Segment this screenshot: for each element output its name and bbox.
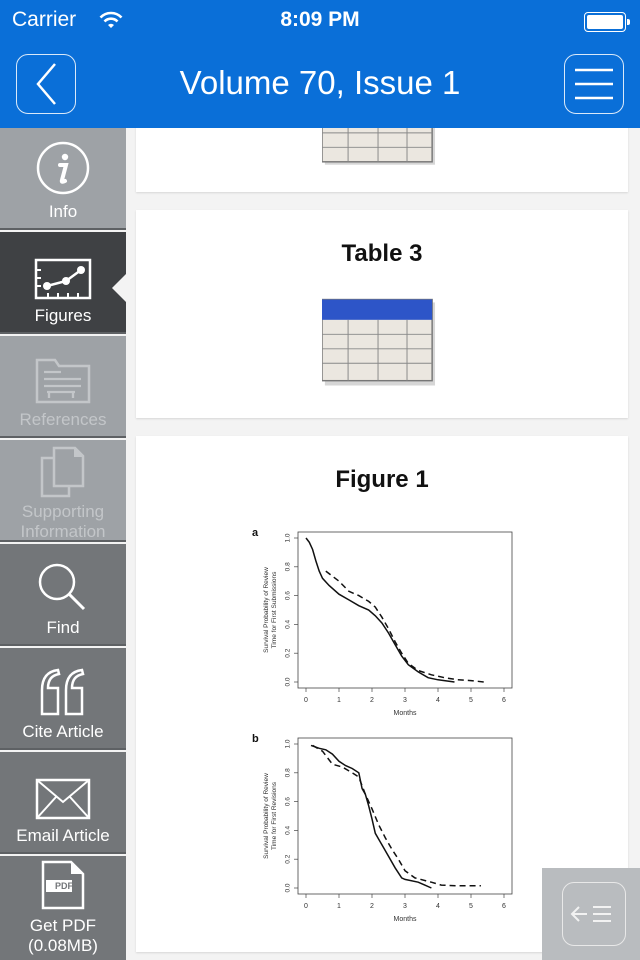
- sidebar-item-info[interactable]: Info: [0, 128, 126, 230]
- info-icon: [36, 141, 90, 195]
- sidebar-item-label: Email Article: [16, 826, 110, 845]
- y-tick-label: 0.2: [285, 854, 292, 863]
- y-tick-label: 0.4: [285, 826, 292, 835]
- sidebar-item-find[interactable]: Find: [0, 544, 126, 646]
- sidebar-item-label-line1: Supporting: [21, 502, 105, 521]
- y-axis-label-line1: Survival Probability of Review: [263, 773, 270, 859]
- sidebar-item-label: References: [19, 410, 107, 429]
- sidebar-item-supporting-information[interactable]: Supporting Information: [0, 440, 126, 542]
- y-tick-label: 0.4: [285, 620, 292, 629]
- clock: 8:09 PM: [280, 8, 360, 31]
- y-tick-label: 0.6: [285, 797, 292, 806]
- hamburger-menu-icon: [575, 68, 613, 100]
- table-thumbnail-icon: [322, 128, 436, 165]
- sidebar-item-label-line2: (0.08MB): [28, 936, 98, 955]
- y-axis-label-line2: Time for First Submissions: [271, 571, 278, 648]
- sidebar: Info Figures References Supporting Inform…: [0, 128, 128, 960]
- x-tick-label: 0: [304, 903, 308, 910]
- y-tick-label: 0.6: [285, 591, 292, 600]
- sidebar-item-label: Find: [46, 618, 80, 637]
- x-tick-label: 2: [370, 697, 374, 704]
- envelope-icon: [35, 778, 91, 820]
- y-tick-label: 0.0: [285, 677, 292, 686]
- table-card[interactable]: [136, 128, 628, 192]
- x-tick-label: 1: [337, 903, 341, 910]
- figure-1b-chart: b 0 1 2 3 4 5 6 0.0 0.2 0.4 0.6 0.8 1.0 Months Survival…: [252, 733, 513, 923]
- figures-chart-icon: [34, 258, 92, 300]
- search-icon: [38, 563, 86, 611]
- sidebar-item-references[interactable]: References: [0, 336, 126, 438]
- x-tick-label: 1: [337, 697, 341, 704]
- card-title: Figure 1: [335, 466, 429, 493]
- collapse-sidebar-button[interactable]: [542, 868, 640, 960]
- sidebar-item-get-pdf[interactable]: PDF Get PDF (0.08MB): [0, 856, 126, 960]
- page-title: Volume 70, Issue 1: [179, 64, 461, 101]
- figures-list[interactable]: Table 3 Figure 1 a 0 1 2 3 4 5 6 0.0 0.2 0.4 0.6 0.8…: [126, 128, 640, 960]
- documents-icon: [40, 446, 85, 498]
- x-tick-label: 0: [304, 697, 308, 704]
- x-tick-label: 4: [436, 903, 440, 910]
- x-tick-label: 6: [502, 903, 506, 910]
- table-card[interactable]: Table 3: [136, 210, 628, 418]
- x-tick-label: 6: [502, 697, 506, 704]
- y-axis-label-line1: Survival Probability of Review: [263, 567, 270, 653]
- sidebar-item-label: Cite Article: [22, 722, 104, 741]
- x-tick-label: 3: [403, 697, 407, 704]
- collapse-sidebar-icon: [570, 906, 611, 922]
- y-tick-label: 0.2: [285, 648, 292, 657]
- figure-1a-chart: a 0 1 2 3 4 5 6 0.0 0.2 0.4 0.6 0.8 1.0 Months Survival…: [252, 527, 513, 717]
- battery-icon: [584, 12, 630, 32]
- card-title: Table 3: [341, 240, 423, 267]
- x-axis-label: Months: [394, 710, 417, 717]
- sidebar-item-label: Figures: [34, 306, 92, 325]
- header: Carrier 8:09 PM Volume 70, Issue 1: [0, 0, 640, 128]
- references-folder-icon: [35, 358, 91, 404]
- sidebar-item-cite-article[interactable]: Cite Article: [0, 648, 126, 750]
- y-tick-label: 0.8: [285, 562, 292, 571]
- plot-frame: [297, 531, 513, 689]
- sidebar-item-label: Info: [48, 202, 78, 221]
- sidebar-item-label-line1: Get PDF: [29, 916, 97, 935]
- series-line-solid: [310, 744, 432, 889]
- x-tick-label: 5: [469, 697, 473, 704]
- x-tick-label: 3: [403, 903, 407, 910]
- sidebar-item-email-article[interactable]: Email Article: [0, 752, 126, 854]
- table-thumbnail-icon: [322, 298, 436, 386]
- x-tick-label: 2: [370, 903, 374, 910]
- menu-button[interactable]: [564, 54, 624, 114]
- x-tick-label: 5: [469, 903, 473, 910]
- y-axis-label-line2: Time for First Revisions: [271, 781, 278, 850]
- x-axis-label: Months: [394, 916, 417, 923]
- y-tick-label: 1.0: [285, 533, 292, 542]
- pdf-badge: PDF: [55, 881, 73, 891]
- x-tick-label: 4: [436, 697, 440, 704]
- series-line-dashed: [312, 744, 481, 887]
- series-line-solid: [305, 537, 455, 683]
- sidebar-item-figures[interactable]: Figures: [0, 232, 126, 334]
- quote-icon: [40, 668, 85, 716]
- y-tick-label: 0.0: [285, 883, 292, 892]
- y-tick-label: 0.8: [285, 768, 292, 777]
- y-tick-label: 1.0: [285, 739, 292, 748]
- sidebar-item-label-line2: Information: [20, 522, 106, 541]
- panel-label: a: [252, 527, 259, 539]
- panel-label: b: [252, 733, 259, 745]
- series-line-dashed: [325, 570, 485, 683]
